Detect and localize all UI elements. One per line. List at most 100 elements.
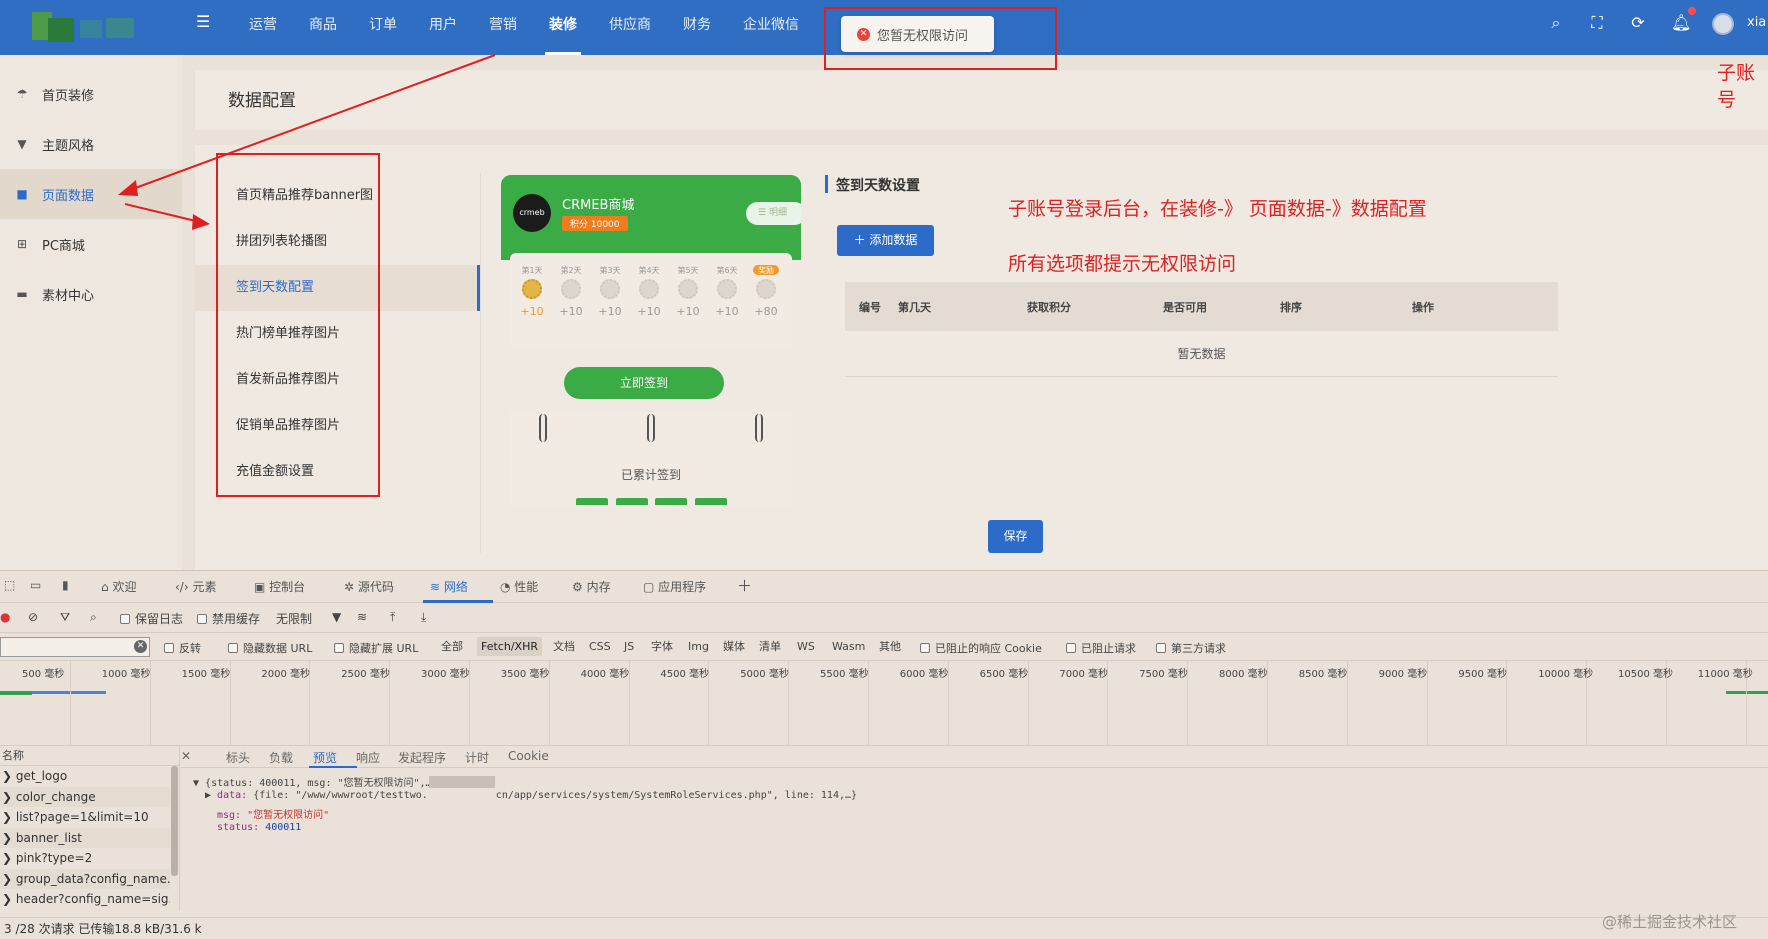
- dock-icon[interactable]: ▮: [62, 578, 69, 592]
- search-icon[interactable]: ⌕: [90, 610, 97, 625]
- request-row[interactable]: ❯ banner_list: [0, 827, 170, 848]
- third-party-checkbox[interactable]: 第三方请求: [1156, 640, 1226, 656]
- request-row[interactable]: ❯ color_change: [0, 786, 170, 807]
- data-key: data:: [217, 790, 248, 801]
- filter-input[interactable]: [0, 637, 150, 657]
- type-filter-wasm[interactable]: Wasm: [828, 637, 869, 656]
- throttle-select[interactable]: 无限制: [276, 610, 312, 627]
- close-icon[interactable]: ✕: [181, 749, 191, 763]
- tab-network[interactable]: ≋ 网络: [430, 578, 468, 595]
- record-icon[interactable]: ●: [0, 610, 10, 624]
- hide-data-urls-label: 隐藏数据 URL: [243, 642, 313, 655]
- filter-icon[interactable]: ⛛: [60, 610, 70, 625]
- arrow-line: [124, 203, 201, 223]
- request-row[interactable]: ❯ pink?type=2: [0, 848, 170, 868]
- timeline-tick-label: 500 毫秒: [22, 669, 65, 680]
- type-filter-media[interactable]: 媒体: [719, 637, 749, 656]
- timeline-tick-label: 11000 毫秒: [1697, 669, 1753, 680]
- timeline-tick-label: 10000 毫秒: [1538, 669, 1594, 680]
- upload-icon[interactable]: ⤒: [390, 610, 395, 625]
- download-icon[interactable]: ⤓: [421, 610, 426, 625]
- wifi-icon[interactable]: ≋: [357, 610, 367, 624]
- network-timeline[interactable]: 500 毫秒 1000 毫秒 1500 毫秒 2000 毫秒 2500 毫秒 3000 毫…: [0, 661, 1768, 746]
- blocked-cookies-checkbox[interactable]: 已阻止的响应 Cookie: [920, 640, 1042, 656]
- tab-performance[interactable]: ◔ 性能: [500, 578, 538, 595]
- tab-console[interactable]: ▣ 控制台: [254, 578, 305, 595]
- type-filter-js[interactable]: JS: [620, 637, 638, 656]
- type-filter-ws[interactable]: WS: [793, 637, 819, 656]
- disable-cache-label: 禁用缓存: [212, 612, 261, 626]
- type-filter-other[interactable]: 其他: [875, 637, 905, 656]
- timeline-tick-label: 4000 毫秒: [580, 669, 630, 680]
- response-summary[interactable]: ▼ {status: 400011, msg: "您暂无权限访问",…}: [193, 774, 438, 789]
- hide-data-urls-checkbox[interactable]: 隐藏数据 URL: [228, 640, 312, 656]
- tab-response[interactable]: 响应: [356, 749, 380, 766]
- tab-payload[interactable]: 负载: [269, 749, 293, 766]
- tab-label: 元素: [192, 580, 217, 594]
- type-filter-img[interactable]: Img: [684, 637, 713, 656]
- filter-bar: ✕ 反转 隐藏数据 URL 隐藏扩展 URL 全部 Fetch/XHR 文档 C…: [0, 633, 1768, 661]
- response-preview: ✕ 标头 负载 预览 响应 发起程序 计时 Cookie ▼ {status: …: [181, 746, 1768, 911]
- checkbox: [1156, 643, 1166, 653]
- invert-checkbox[interactable]: 反转: [164, 640, 201, 656]
- tab-timing[interactable]: 计时: [465, 749, 489, 766]
- devtools-tabs: ⬚ ▭ ▮ ⌂ 欢迎 ‹/› 元素 ▣ 控制台 ✲ 源代码 ≋ 网络 ◔ 性能 …: [0, 571, 1768, 603]
- tab-initiator[interactable]: 发起程序: [398, 749, 446, 766]
- response-data-row[interactable]: ▶ data: {file: "/www/wwwroot/testtwo. cn/…: [205, 790, 857, 801]
- type-filter-all[interactable]: 全部: [437, 637, 467, 656]
- timeline-tick-label: 8500 毫秒: [1298, 669, 1348, 680]
- blocked-requests-label: 已阻止请求: [1081, 642, 1136, 655]
- type-filter-xhr[interactable]: Fetch/XHR: [477, 637, 542, 656]
- timeline-tick-label: 5000 毫秒: [740, 669, 789, 680]
- data-value-right: cn/app/services/system/SystemRoleService…: [495, 790, 858, 801]
- disable-cache-checkbox[interactable]: 禁用缓存: [197, 610, 260, 627]
- detail-tabs: ✕ 标头 负载 预览 响应 发起程序 计时 Cookie: [181, 746, 1768, 768]
- checkbox: [1066, 643, 1076, 653]
- checkbox: [164, 643, 174, 653]
- preserve-log-label: 保留日志: [135, 612, 184, 626]
- type-filter-manifest[interactable]: 清单: [755, 637, 785, 656]
- clear-icon[interactable]: ⊘: [28, 610, 38, 624]
- tab-cookies[interactable]: Cookie: [508, 749, 549, 763]
- clear-filter-icon[interactable]: ✕: [134, 640, 147, 653]
- status-value: 400011: [265, 822, 302, 833]
- type-filter-font[interactable]: 字体: [647, 637, 677, 656]
- tab-sources[interactable]: ✲ 源代码: [344, 578, 394, 595]
- type-filter-doc[interactable]: 文档: [549, 637, 579, 656]
- type-filter-css[interactable]: CSS: [585, 637, 615, 656]
- arrow-head: [118, 180, 138, 196]
- invert-label: 反转: [179, 642, 201, 655]
- request-row[interactable]: ❯ group_data?config_name...: [0, 868, 170, 889]
- checkbox: [197, 614, 207, 624]
- tab-preview[interactable]: 预览: [313, 749, 337, 766]
- request-row[interactable]: ❯ get_logo: [0, 766, 170, 786]
- hide-ext-urls-label: 隐藏扩展 URL: [349, 642, 419, 655]
- inspect-icon[interactable]: ⬚: [4, 578, 15, 592]
- device-icon[interactable]: ▭: [30, 578, 41, 592]
- tab-elements[interactable]: ‹/› 元素: [175, 578, 216, 595]
- tab-label: 应用程序: [658, 580, 707, 594]
- tab-label: 欢迎: [112, 580, 137, 594]
- scrollbar[interactable]: [171, 766, 178, 876]
- preserve-log-checkbox[interactable]: 保留日志: [120, 610, 183, 627]
- tab-application[interactable]: ▢ 应用程序: [643, 578, 706, 595]
- annotation-text-corner: 子账号: [1717, 62, 1756, 111]
- request-row[interactable]: ❯ list?page=1&limit=10: [0, 807, 170, 827]
- timeline-tick-label: 6000 毫秒: [899, 669, 949, 680]
- msg-key: msg:: [217, 810, 242, 821]
- name-column-header: 名称: [0, 746, 180, 766]
- add-tab-icon[interactable]: ＋: [737, 575, 752, 596]
- watermark: @稀土掘金技术社区: [1602, 913, 1738, 931]
- tab-welcome[interactable]: ⌂ 欢迎: [101, 578, 136, 595]
- timeline-bar: [32, 691, 106, 694]
- tab-memory[interactable]: ⚙ 内存: [572, 578, 611, 595]
- request-row[interactable]: ❯ header?config_name=sig...: [0, 889, 170, 909]
- timeline-tick-label: 4500 毫秒: [660, 669, 710, 680]
- checkbox: [334, 643, 344, 653]
- blocked-requests-checkbox[interactable]: 已阻止请求: [1066, 640, 1136, 656]
- chevron-down-icon[interactable]: ▼: [332, 610, 341, 624]
- checkbox: [920, 643, 930, 653]
- hide-ext-urls-checkbox[interactable]: 隐藏扩展 URL: [334, 640, 418, 656]
- tab-headers[interactable]: 标头: [226, 749, 250, 766]
- timeline-bar: [0, 691, 32, 695]
